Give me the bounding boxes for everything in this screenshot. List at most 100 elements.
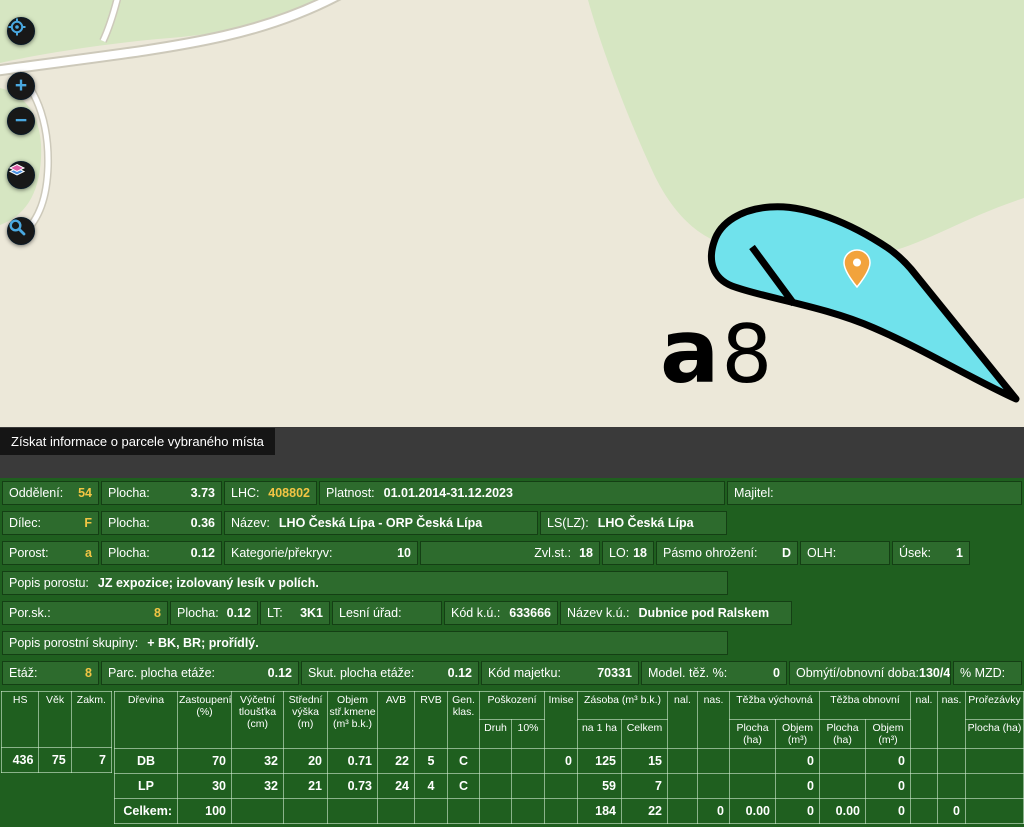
- zoom-in-button[interactable]: +: [7, 72, 35, 100]
- field-parc-plocha-etaze: Parc. plocha etáže: 0.12: [101, 661, 299, 685]
- table-header-row: HS Věk Zakm.: [2, 692, 112, 748]
- field-value: 0: [773, 666, 780, 680]
- field-value: 3K1: [300, 606, 323, 620]
- field-value: 0.12: [191, 546, 215, 560]
- cell: 24: [378, 774, 415, 799]
- field-label: Lesní úřad:: [339, 606, 402, 620]
- locate-button[interactable]: [7, 17, 35, 45]
- table-row: 436 75 7: [2, 748, 112, 773]
- compartment-number: 8: [721, 315, 772, 395]
- map-hint-strip: Získat informace o parcele vybraného mís…: [0, 427, 1024, 478]
- field-lo: LO: 18: [602, 541, 654, 565]
- map-canvas[interactable]: a 8 + −: [0, 0, 1024, 427]
- field-value: 10: [397, 546, 411, 560]
- row-spacer: [972, 541, 1022, 565]
- field-label: Pásmo ohrožení:: [663, 546, 758, 560]
- cell: 70: [178, 749, 232, 774]
- field-label: Parc. plocha etáže:: [108, 666, 215, 680]
- cell: [232, 799, 284, 824]
- field-kategorie: Kategorie/překryv: 10: [224, 541, 418, 565]
- header-cell: Dřevina: [115, 692, 178, 749]
- field-label: LS(LZ):: [547, 516, 589, 530]
- field-oddeleni: Oddělení: 54: [2, 481, 99, 505]
- table-header-row: Dřevina Zastoupení (%) Výčetní tloušťka …: [115, 692, 1024, 720]
- field-value: + BK, BR; prořídlý.: [147, 636, 258, 650]
- cell: 0: [545, 749, 578, 774]
- row-spacer: [794, 601, 1022, 625]
- search-button[interactable]: [7, 217, 35, 245]
- field-label: Zvl.st.:: [534, 546, 571, 560]
- cell: 5: [415, 749, 448, 774]
- field-value: Dubnice pod Ralskem: [639, 606, 770, 620]
- field-obmyti: Obmýtí/obnovní doba: 130/40: [789, 661, 951, 685]
- field-popis-skupiny: Popis porostní skupiny: + BK, BR; proříd…: [2, 631, 728, 655]
- cell: [448, 799, 480, 824]
- cell: [480, 774, 512, 799]
- field-plocha-dilec: Plocha: 0.36: [101, 511, 222, 535]
- info-row: Por.sk.: 8 Plocha: 0.12 LT: 3K1 Lesní úř…: [0, 601, 1024, 625]
- field-label: LO:: [609, 546, 629, 560]
- layers-icon: [8, 162, 26, 180]
- header-cell: Objem (m³): [776, 720, 820, 749]
- zoom-out-button[interactable]: −: [7, 107, 35, 135]
- cell: 22: [378, 749, 415, 774]
- header-cell: nas.: [938, 692, 966, 749]
- header-group-cell: Poškození: [480, 692, 545, 720]
- cell: 0: [938, 799, 966, 824]
- field-value: 0.36: [191, 516, 215, 530]
- header-cell: Plocha (ha): [820, 720, 866, 749]
- header-cell: Plocha (ha): [966, 720, 1024, 749]
- layers-button[interactable]: [7, 161, 35, 189]
- field-platnost: Platnost: 01.01.2014-31.12.2023: [319, 481, 725, 505]
- field-label: Plocha:: [177, 606, 219, 620]
- field-value: 0.12: [268, 666, 292, 680]
- cell: 7: [71, 748, 111, 773]
- field-label: Popis porostní skupiny:: [9, 636, 138, 650]
- cell: 4: [415, 774, 448, 799]
- cell: [480, 799, 512, 824]
- cell: 75: [39, 748, 71, 773]
- cell: 100: [178, 799, 232, 824]
- field-label: Oddělení:: [9, 486, 63, 500]
- cell: C: [448, 749, 480, 774]
- table-row: LP 30 32 21 0.73 24 4 C 59 7: [115, 774, 1024, 799]
- crosshair-icon: [8, 18, 26, 36]
- field-value: 01.01.2014-31.12.2023: [384, 486, 513, 500]
- row-spacer: [730, 571, 1022, 595]
- field-label: Kód k.ú.:: [451, 606, 500, 620]
- cell: 436: [2, 748, 39, 773]
- minus-icon: −: [15, 110, 27, 131]
- cell: DB: [115, 749, 178, 774]
- field-label: Skut. plocha etáže:: [308, 666, 414, 680]
- header-cell: Objem (m³): [866, 720, 911, 749]
- field-label: LHC:: [231, 486, 259, 500]
- cell: [415, 799, 448, 824]
- field-value: 70331: [597, 666, 632, 680]
- cell: 32: [232, 774, 284, 799]
- field-etaz: Etáž: 8: [2, 661, 99, 685]
- cell: [966, 774, 1024, 799]
- header-cell: Věk: [39, 692, 71, 748]
- field-label: Por.sk.:: [9, 606, 51, 620]
- cell: [378, 799, 415, 824]
- field-nazev-ku: Název k.ú.: Dubnice pod Ralskem: [560, 601, 792, 625]
- field-lslz: LS(LZ): LHO Česká Lípa: [540, 511, 727, 535]
- field-kod-majetku: Kód majetku: 70331: [481, 661, 639, 685]
- cell: 0: [866, 774, 911, 799]
- header-cell: RVB: [415, 692, 448, 749]
- cell: 7: [622, 774, 668, 799]
- compartment-label: a 8: [660, 308, 772, 396]
- info-row: Popis porostní skupiny: + BK, BR; proříd…: [0, 631, 1024, 655]
- header-group-cell: Prořezávky: [966, 692, 1024, 720]
- info-row: Porost: a Plocha: 0.12 Kategorie/překryv…: [0, 541, 1024, 565]
- cell: [480, 749, 512, 774]
- field-label: Porost:: [9, 546, 49, 560]
- header-cell: AVB: [378, 692, 415, 749]
- cell: [911, 774, 938, 799]
- field-mzd: % MZD:: [953, 661, 1022, 685]
- cell: 0: [776, 774, 820, 799]
- header-cell: Zastoupení (%): [178, 692, 232, 749]
- header-cell: Plocha (ha): [730, 720, 776, 749]
- field-value: LHO Česká Lípa: [598, 516, 694, 530]
- field-label: Etáž:: [9, 666, 38, 680]
